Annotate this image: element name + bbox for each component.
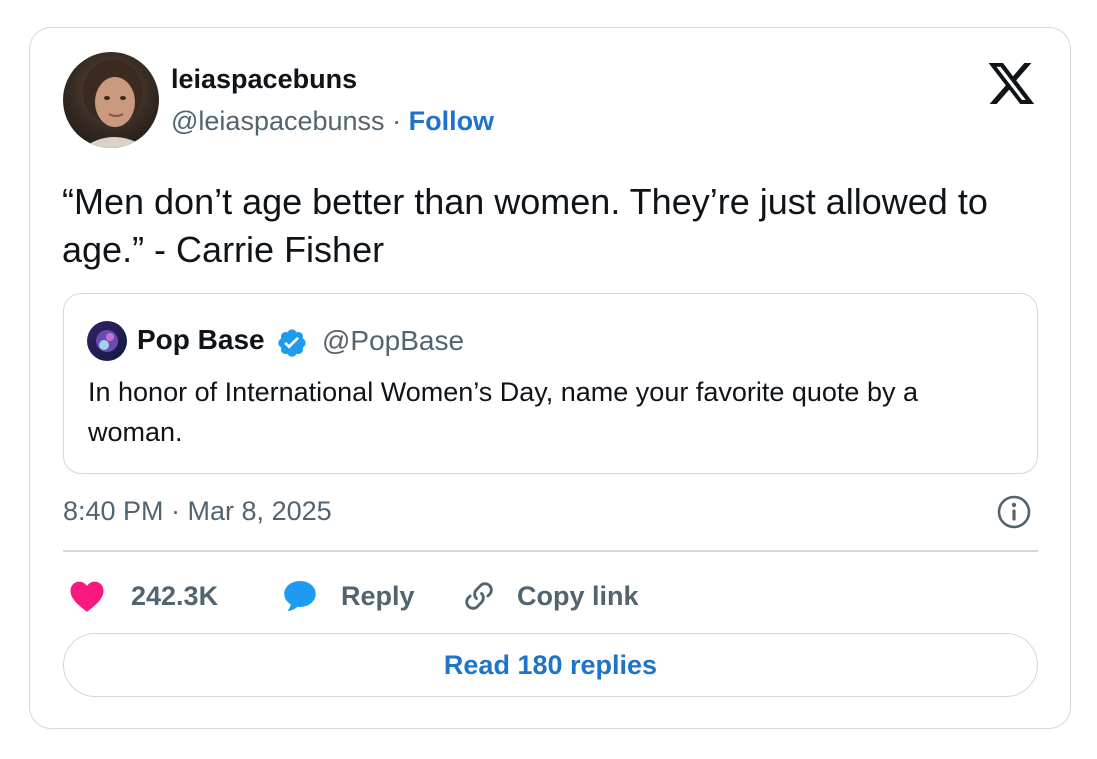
- author-handle-row: @leiaspacebunss · Follow: [171, 106, 494, 137]
- copy-link-label: Copy link: [517, 580, 639, 611]
- reply-label: Reply: [341, 580, 415, 611]
- reply-button[interactable]: Reply: [281, 576, 415, 616]
- tweet-card: leiaspacebuns @leiaspacebunss · Follow “…: [29, 27, 1071, 729]
- heart-icon: [70, 581, 104, 612]
- avatar[interactable]: [63, 52, 159, 148]
- quote-handle[interactable]: @PopBase: [322, 325, 464, 357]
- tweet-text: “Men don’t age better than women. They’r…: [62, 181, 988, 270]
- quoted-tweet[interactable]: Pop Base @PopBase In honor of Internatio…: [63, 293, 1038, 474]
- verified-badge-icon: [276, 327, 308, 359]
- follow-button[interactable]: Follow: [409, 106, 494, 136]
- quote-avatar[interactable]: [87, 321, 127, 361]
- link-icon: [465, 582, 493, 610]
- quote-display-name[interactable]: Pop Base: [137, 324, 265, 356]
- author-display-name[interactable]: leiaspacebuns: [171, 64, 357, 95]
- info-icon[interactable]: [996, 494, 1032, 530]
- handle-separator: ·: [392, 106, 402, 136]
- divider: [63, 550, 1038, 552]
- action-bar: 242.3K Reply Copy link: [63, 576, 1038, 616]
- copy-link-button[interactable]: Copy link: [461, 576, 639, 616]
- like-count: 242.3K: [131, 580, 219, 611]
- read-replies-button[interactable]: Read 180 replies: [63, 633, 1038, 697]
- quote-text: In honor of International Women’s Day, n…: [88, 377, 918, 447]
- timestamp[interactable]: 8:40 PM · Mar 8, 2025: [63, 496, 332, 527]
- like-button[interactable]: 242.3K: [69, 576, 218, 616]
- x-logo-icon[interactable]: [988, 62, 1036, 104]
- author-handle[interactable]: @leiaspacebunss: [171, 106, 385, 136]
- reply-bubble-icon: [284, 581, 316, 611]
